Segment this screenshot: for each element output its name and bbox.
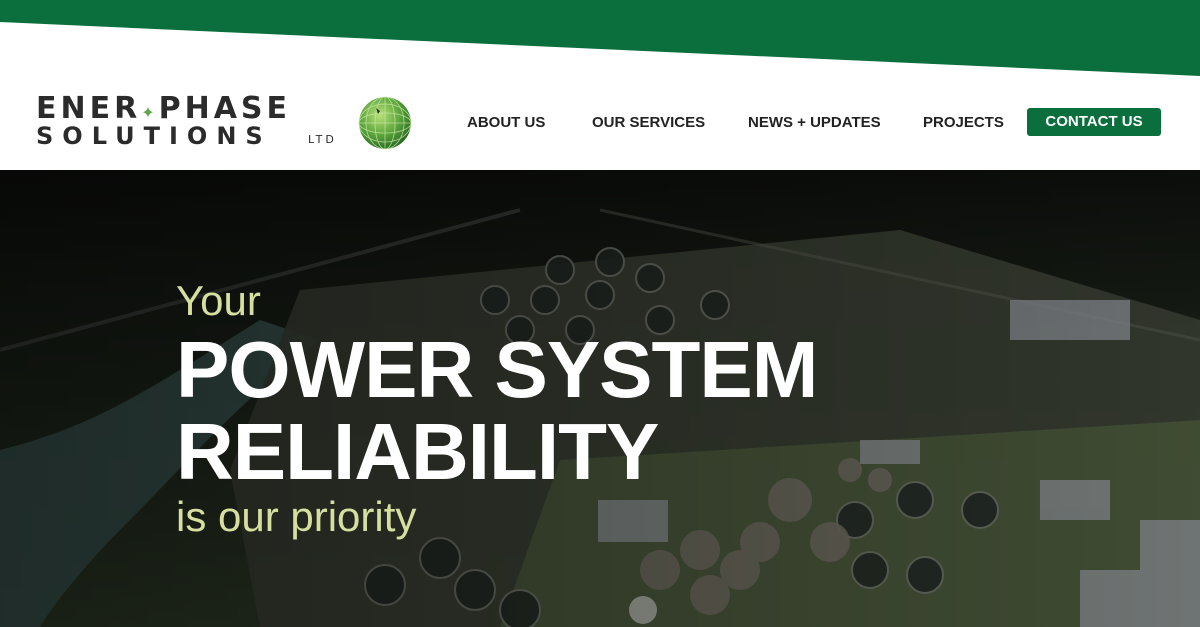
nav-our-services[interactable]: OUR SERVICES bbox=[592, 114, 705, 131]
main-navigation: ABOUT US OUR SERVICES NEWS + UPDATES PRO… bbox=[0, 108, 1200, 138]
nav-projects[interactable]: PROJECTS bbox=[923, 114, 1004, 131]
hero-headline-line1: POWER SYSTEM bbox=[176, 325, 818, 414]
nav-about-us[interactable]: ABOUT US bbox=[467, 114, 545, 131]
hero-banner: Your POWER SYSTEM RELIABILITY is our pri… bbox=[0, 170, 1200, 627]
nav-news-updates[interactable]: NEWS + UPDATES bbox=[748, 114, 881, 131]
site-header: ENER✦PHASE SOLUTIONS LTD ABOUT US OUR SE… bbox=[0, 0, 1200, 170]
hero-intro-text: Your bbox=[176, 277, 261, 324]
contact-us-button[interactable]: CONTACT US bbox=[1027, 108, 1161, 136]
hero-tagline: is our priority bbox=[176, 493, 417, 540]
hero-headline-line2: RELIABILITY bbox=[176, 407, 659, 496]
